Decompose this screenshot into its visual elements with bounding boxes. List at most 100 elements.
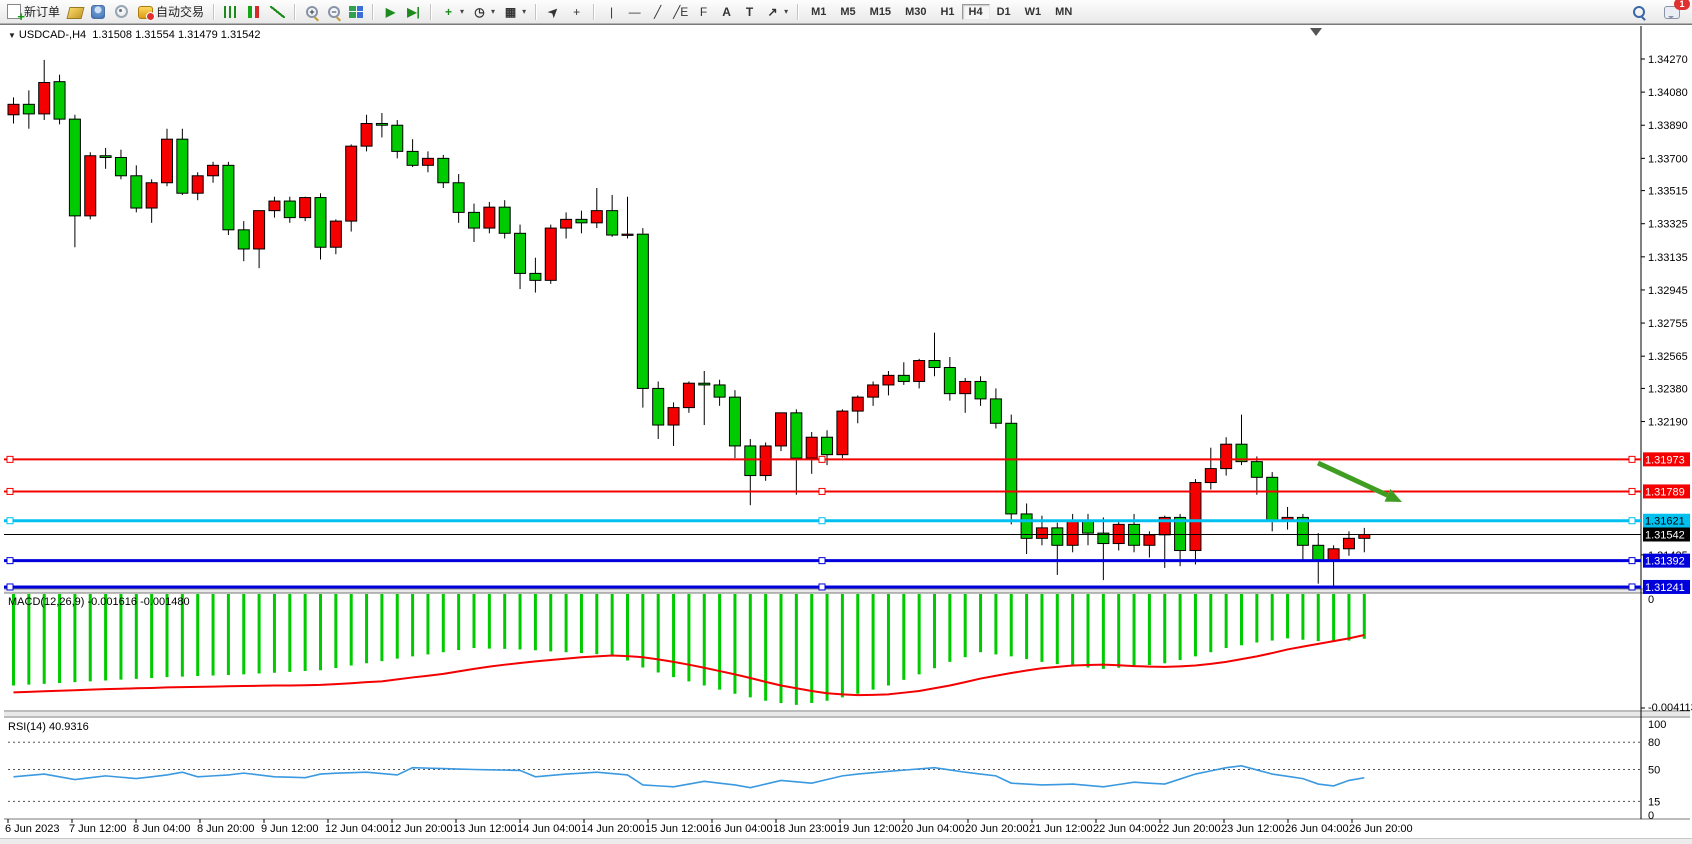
candlestick-chart-button[interactable] — [243, 4, 266, 20]
hline-icon: — — [627, 5, 642, 19]
dropdown-caret-icon[interactable]: ▾ — [460, 7, 464, 16]
autoscroll-icon: ▶ — [383, 5, 398, 19]
text-button[interactable]: A — [715, 3, 738, 21]
zoom-in-button[interactable]: + — [301, 3, 323, 21]
zoom-out-button[interactable]: − — [323, 3, 345, 21]
trendline-button[interactable]: ╱ — [646, 3, 669, 21]
support-line-blue-2-handle-center[interactable] — [819, 584, 825, 590]
time-tick-label: 14 Jun 20:00 — [581, 823, 645, 835]
resistance-line-2-handle-right[interactable] — [1629, 488, 1635, 494]
notifications-button[interactable]: 1 — [1660, 3, 1684, 21]
bid-price-line-price-tag: 1.31542 — [1645, 529, 1685, 541]
rsi-indicator-label: RSI(14) 40.9316 — [8, 721, 89, 733]
timeframe-m15[interactable]: M15 — [863, 4, 898, 20]
price-tick-label: 1.34080 — [1648, 87, 1688, 99]
support-line-blue-1-price-tag: 1.31392 — [1645, 556, 1685, 568]
trendline-icon: ╱ — [650, 5, 665, 19]
fibo-icon: F — [696, 5, 711, 19]
bar-chart-button[interactable] — [220, 4, 243, 20]
tile-windows-button[interactable] — [345, 4, 367, 20]
autotrade-button-label: 自动交易 — [156, 3, 204, 20]
time-tick-label: 18 Jun 23:00 — [773, 823, 837, 835]
toolbar-separator — [535, 4, 537, 20]
time-tick-label: 20 Jun 20:00 — [965, 823, 1029, 835]
support-line-blue-2-handle-left[interactable] — [7, 584, 13, 590]
dropdown-caret-icon[interactable]: ▾ — [491, 7, 495, 16]
close-value: 1.31542 — [221, 29, 261, 41]
vertical-line-button[interactable]: | — [600, 3, 623, 21]
timeframe-m5[interactable]: M5 — [833, 4, 862, 20]
auto-scroll-button[interactable]: ▶ — [379, 3, 402, 21]
timeframe-w1[interactable]: W1 — [1018, 4, 1049, 20]
signal-service-button[interactable] — [109, 1, 134, 22]
indicators-icon: + — [441, 5, 456, 19]
horizontal-line-button[interactable]: — — [623, 3, 646, 21]
price-tick-label: 1.32945 — [1648, 285, 1688, 297]
zoom-out-icon: − — [327, 5, 341, 19]
price-tick-label: 1.32190 — [1648, 417, 1688, 429]
timeframe-mn[interactable]: MN — [1048, 4, 1079, 20]
crosshair-button[interactable]: + — [565, 3, 588, 21]
time-tick-label: 26 Jun 04:00 — [1285, 823, 1349, 835]
toolbar-separator — [430, 4, 432, 20]
rsi-scale-label: 50 — [1648, 765, 1660, 777]
bars-icon — [224, 6, 239, 18]
support-line-blue-1-handle-left[interactable] — [7, 558, 13, 564]
text-label-button[interactable]: T — [738, 3, 761, 21]
support-line-blue-2-handle-right[interactable] — [1629, 584, 1635, 590]
dropdown-caret-icon[interactable]: ▾ — [522, 7, 526, 16]
timeframe-h1[interactable]: H1 — [933, 4, 961, 20]
support-line-cyan-handle-left[interactable] — [7, 518, 13, 524]
toolbar-separator — [797, 4, 799, 20]
support-line-cyan-handle-right[interactable] — [1629, 518, 1635, 524]
window-bottom-edge — [0, 838, 1692, 844]
time-tick-label: 7 Jun 12:00 — [69, 823, 127, 835]
collapse-arrow-icon[interactable]: ▼ — [8, 31, 16, 40]
price-chart-canvas[interactable]: 1.342701.340801.338901.337001.335151.333… — [0, 25, 1692, 844]
periods-button[interactable]: ◷▾ — [468, 3, 499, 21]
price-tick-label: 1.32565 — [1648, 351, 1688, 363]
candles-icon — [247, 6, 262, 18]
price-tick-label: 1.33890 — [1648, 120, 1688, 132]
resistance-line-1-handle-center[interactable] — [819, 456, 825, 462]
arrows-button[interactable]: ↗▾ — [761, 3, 792, 21]
time-tick-label: 20 Jun 04:00 — [901, 823, 965, 835]
timeframe-h4[interactable]: H4 — [962, 4, 990, 20]
line-chart-button[interactable] — [266, 4, 289, 20]
chart-shift-button[interactable]: ▶| — [402, 3, 425, 21]
autotrade-button[interactable]: 自动交易 — [134, 1, 208, 22]
new-order-button[interactable]: 新订单 — [3, 1, 64, 22]
support-line-cyan-handle-center[interactable] — [819, 518, 825, 524]
new-order-icon — [7, 4, 21, 19]
templates-button[interactable]: ▦▾ — [499, 3, 530, 21]
toolbar-group-6: | — ╱ ╱E FAT ↗▾ — [597, 0, 795, 23]
time-tick-label: 15 Jun 12:00 — [645, 823, 709, 835]
equidistant-channel-button[interactable]: ╱E — [669, 3, 692, 21]
chart-window: 1.342701.340801.338901.337001.335151.333… — [0, 24, 1692, 839]
support-line-blue-1-handle-center[interactable] — [819, 558, 825, 564]
toolbar-separator — [372, 4, 374, 20]
vline-icon: | — [604, 5, 619, 19]
resistance-line-1-handle-left[interactable] — [7, 456, 13, 462]
price-tick-label: 1.33135 — [1648, 252, 1688, 264]
stamp-tool-button[interactable] — [64, 3, 87, 21]
dropdown-caret-icon[interactable]: ▾ — [784, 7, 788, 16]
timeframe-m30[interactable]: M30 — [898, 4, 933, 20]
timeframe-m1[interactable]: M1 — [804, 4, 833, 20]
search-button[interactable] — [1628, 3, 1650, 21]
time-tick-label: 8 Jun 04:00 — [133, 823, 191, 835]
toolbar-separator — [213, 4, 215, 20]
channel-icon: ╱E — [673, 5, 688, 19]
resistance-line-2-handle-center[interactable] — [819, 488, 825, 494]
timeframe-d1[interactable]: D1 — [990, 4, 1018, 20]
profile-button[interactable] — [87, 3, 109, 21]
support-line-blue-1-handle-right[interactable] — [1629, 558, 1635, 564]
toolbar-right-icons: 1 — [1628, 3, 1692, 21]
indicators-button[interactable]: +▾ — [437, 3, 468, 21]
low-value: 1.31479 — [178, 29, 218, 41]
resistance-line-1-handle-right[interactable] — [1629, 456, 1635, 462]
resistance-line-2-handle-left[interactable] — [7, 488, 13, 494]
fibonacci-button[interactable]: F — [692, 3, 715, 21]
textlabel-icon: T — [742, 5, 757, 19]
cursor-button[interactable]: ➤ — [542, 3, 565, 21]
